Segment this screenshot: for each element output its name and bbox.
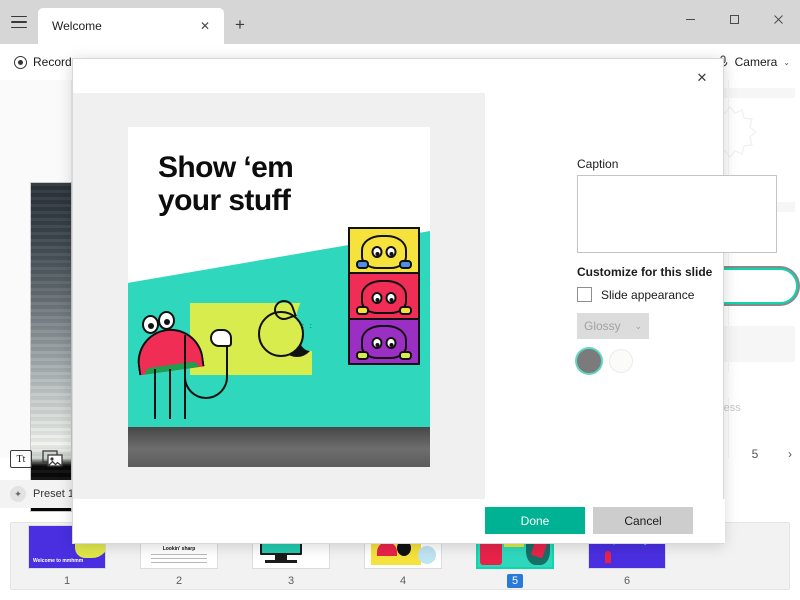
preset-label: Preset 1	[33, 488, 74, 500]
slide-title-line1: Show ‘em	[158, 151, 294, 184]
appearance-dropdown-value: Glossy	[584, 319, 621, 333]
thumb-shape	[377, 542, 397, 556]
window-close-icon[interactable]	[756, 0, 800, 38]
comic-panel-strip	[348, 227, 420, 365]
thumb-title: Lookin' sharp	[162, 546, 196, 552]
thumbnail-number: 1	[63, 575, 71, 587]
record-button[interactable]: Record	[14, 50, 72, 74]
thumb-shape	[418, 546, 436, 564]
maximize-icon[interactable]	[712, 0, 756, 38]
window-controls	[668, 0, 800, 44]
text-icon: Tt	[10, 450, 32, 468]
dialog-close-icon[interactable]: ✕	[685, 63, 719, 93]
thumbnail-number: 5	[507, 574, 523, 588]
dialog-footer: Done Cancel	[73, 499, 725, 543]
green-fruit-shape	[258, 311, 304, 357]
slide-appearance-checkbox[interactable]	[577, 287, 592, 302]
thumbnail-number: 4	[399, 575, 407, 587]
record-label: Record	[33, 55, 72, 69]
slide-title: Show ‘em your stuff	[158, 151, 373, 217]
comic-panel-yellow	[350, 229, 418, 275]
app-window: Welcome ✕ + Record Camera ⌄ Tt ✦ Preset …	[0, 0, 800, 600]
thumb-title: Welcome to mmhmm	[33, 558, 84, 564]
customize-section-title: Customize for this slide	[577, 265, 713, 279]
done-button[interactable]: Done	[485, 507, 585, 534]
image-tool-button[interactable]	[40, 448, 66, 470]
edit-slide-dialog: ✕ Show ‘em your stuff : : Caption Custom…	[72, 58, 777, 544]
camera-button[interactable]: Camera ⌄	[717, 50, 790, 74]
browser-tab-welcome[interactable]: Welcome ✕	[38, 8, 224, 44]
cancel-button[interactable]: Cancel	[593, 507, 693, 534]
record-icon	[14, 55, 27, 69]
pear-face: : :	[302, 323, 314, 330]
next-page-icon[interactable]: ›	[788, 447, 792, 461]
slide-appearance-checkbox-row[interactable]: Slide appearance	[577, 287, 694, 302]
left-media-pane	[0, 80, 72, 512]
image-icon	[42, 450, 63, 467]
slide-floor-shape	[128, 427, 430, 467]
comic-panel-red	[350, 274, 418, 320]
color-swatch-gray[interactable]	[577, 349, 601, 373]
slide-preview-area: Show ‘em your stuff : :	[73, 93, 485, 501]
thumbnail-number: 6	[623, 575, 631, 587]
thumb-text-lines	[151, 554, 207, 563]
appearance-dropdown[interactable]: Glossy ⌄	[577, 313, 649, 339]
chevron-down-icon: ⌄	[783, 57, 790, 67]
title-bar: Welcome ✕ +	[0, 0, 800, 44]
comic-panel-purple	[350, 319, 418, 363]
current-page-number: 5	[751, 447, 759, 461]
preset-icon: ✦	[10, 486, 26, 502]
hamburger-menu-icon[interactable]	[8, 12, 30, 32]
color-swatch-white[interactable]	[609, 349, 633, 373]
caption-label: Caption	[577, 157, 619, 171]
slide-appearance-label: Slide appearance	[601, 287, 695, 302]
tab-label: Welcome	[52, 19, 102, 33]
dialog-body: Show ‘em your stuff : : Caption Customiz…	[73, 93, 777, 501]
dialog-form-pane: Caption Customize for this slide Slide a…	[485, 93, 777, 501]
camera-label: Camera	[734, 55, 778, 69]
slide-artwork[interactable]: Show ‘em your stuff : :	[128, 127, 430, 467]
thumb-shape	[605, 551, 611, 563]
color-swatch-group	[577, 349, 633, 373]
caption-input[interactable]	[577, 175, 777, 253]
thumbnail-number: 2	[175, 575, 183, 587]
minimize-icon[interactable]	[668, 0, 712, 38]
text-tool-button[interactable]: Tt	[8, 448, 34, 470]
close-icon[interactable]: ✕	[196, 17, 214, 35]
watermelon-legs	[154, 369, 186, 419]
watermelon-hand	[210, 329, 232, 347]
watermelon-eye	[142, 315, 159, 334]
watermelon-eye	[158, 311, 175, 330]
thumb-shape	[265, 560, 297, 563]
chevron-down-icon: ⌄	[634, 320, 642, 331]
slide-title-line2: your stuff	[158, 184, 291, 217]
thumbnail-number: 3	[287, 575, 295, 587]
plus-icon[interactable]: +	[230, 14, 250, 34]
